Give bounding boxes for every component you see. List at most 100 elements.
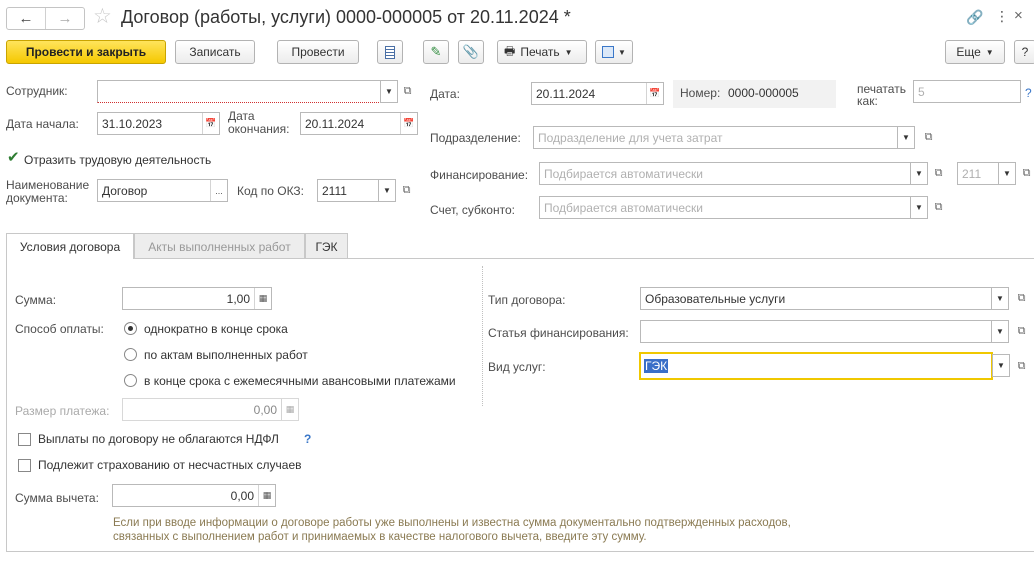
date-field[interactable]: 20.11.2024 📅 [531,82,664,105]
okz-label: Код по ОКЗ: [237,184,305,198]
attach-files-button[interactable]: 📎 [458,40,484,64]
tab-gek[interactable]: ГЭК [305,233,348,259]
checkmark-icon: ✔ [7,149,20,166]
financing-field[interactable]: Подбирается автоматически [539,162,911,185]
financing-label: Финансирование: [430,168,529,182]
service-type-dropdown[interactable]: ▼ [992,354,1010,377]
payment-once-label: однократно в конце срока [144,322,288,336]
sum-field[interactable]: 1,00 ▦ [122,287,272,310]
department-field[interactable]: Подразделение для учета затрат [533,126,898,149]
post-and-close-button[interactable]: Провести и закрыть [6,40,166,64]
print-as-label: печатать как: [857,82,906,108]
print-button[interactable]: 🖶 Печать ▼ [497,40,587,64]
save-button[interactable]: Записать [175,40,255,64]
reflect-activity-checkbox[interactable]: ✔ [7,149,20,166]
account-field[interactable]: Подбирается автоматически [539,196,911,219]
help-button[interactable]: ? [1014,40,1034,64]
contract-type-dropdown[interactable]: ▼ [991,287,1009,310]
print-as-field[interactable]: 5 [913,80,1021,103]
tab-completed-work-acts[interactable]: Акты выполненных работ [134,233,305,259]
end-date-label: Дата окончания: [228,109,290,136]
close-icon[interactable]: × [1014,7,1023,24]
calendar-icon[interactable]: 📅 [646,83,663,104]
service-type-selected-text: ГЭК [644,359,669,373]
create-based-icon [602,46,615,58]
payment-monthly-radio[interactable] [124,374,137,387]
department-open-icon[interactable]: ⧉ [920,127,937,148]
print-as-help[interactable]: ? [1025,86,1032,100]
forward-arrow-icon[interactable]: → [46,8,84,29]
deduction-hint: Если при вводе информации о договоре раб… [113,517,791,543]
insurance-checkbox[interactable] [18,459,31,472]
payment-acts-radio[interactable] [124,348,137,361]
okz-dropdown[interactable]: ▼ [378,179,396,202]
pencil-check-icon: ✎ [430,44,442,59]
deduction-field[interactable]: 0,00 ▦ [112,484,276,507]
reflect-activity-label: Отразить трудовую деятельность [24,153,212,167]
department-dropdown[interactable]: ▼ [897,126,915,149]
account-dropdown[interactable]: ▼ [910,196,928,219]
number-label: Номер: [680,86,721,100]
more-menu-icon[interactable]: ⋮ [995,8,1009,25]
okz-open-icon[interactable]: ⧉ [398,180,415,201]
calculator-icon: ▦ [281,399,298,420]
document-list-icon [385,45,395,59]
link-icon[interactable]: 🔗 [966,9,983,26]
deduction-label: Сумма вычета: [15,491,99,505]
financing-open-icon[interactable]: ⧉ [930,163,947,184]
contract-type-label: Тип договора: [488,293,566,307]
service-type-label: Вид услуг: [488,360,546,374]
contract-type-open-icon[interactable]: ⧉ [1013,288,1030,309]
chevron-down-icon: ▼ [618,47,626,57]
payment-acts-label: по актам выполненных работ [144,348,308,362]
ndfl-exempt-checkbox[interactable] [18,433,31,446]
financing-code-dropdown[interactable]: ▼ [998,162,1016,185]
financing-code-open-icon[interactable]: ⧉ [1018,163,1034,184]
insurance-label: Подлежит страхованию от несчастных случа… [38,458,302,472]
ndfl-help-icon[interactable]: ? [304,432,311,446]
sum-label: Сумма: [15,293,57,307]
date-label: Дата: [430,87,460,101]
employee-open-icon[interactable]: ⧉ [399,81,416,102]
calculator-icon[interactable]: ▦ [258,485,275,506]
number-value: 0000-000005 [728,86,799,100]
financing-article-open-icon[interactable]: ⧉ [1013,321,1030,342]
post-button[interactable]: Провести [277,40,359,64]
employee-field[interactable] [97,80,381,103]
select-ellipsis-icon[interactable]: ... [210,180,227,201]
ndfl-exempt-label: Выплаты по договору не облагаются НДФЛ [38,432,279,446]
end-date-field[interactable]: 20.11.2024 📅 [300,112,418,135]
calculator-icon[interactable]: ▦ [254,288,271,309]
window-title: Договор (работы, услуги) 0000-000005 от … [121,7,571,27]
okz-field[interactable]: 2111 [317,179,379,202]
service-type-open-icon[interactable]: ⧉ [1013,356,1030,377]
financing-dropdown[interactable]: ▼ [910,162,928,185]
more-button[interactable]: Еще ▼ [945,40,1005,64]
account-label: Счет, субконто: [430,203,515,217]
contract-type-field[interactable]: Образовательные услуги [640,287,992,310]
document-name-label: Наименование документа: [6,178,90,205]
start-date-field[interactable]: 31.10.2023 📅 [97,112,220,135]
service-type-field[interactable]: ГЭК [639,352,993,380]
employee-dropdown[interactable]: ▼ [380,80,398,103]
payment-monthly-label: в конце срока с ежемесячными авансовыми … [144,374,456,388]
create-based-on-button[interactable]: ▼ [595,40,633,64]
payment-size-field: 0,00 ▦ [122,398,299,421]
document-name-field[interactable]: Договор ... [97,179,228,202]
calendar-icon[interactable]: 📅 [202,113,219,134]
financing-article-dropdown[interactable]: ▼ [991,320,1009,343]
tab-contract-conditions[interactable]: Условия договора [6,233,134,259]
edit-signature-button[interactable]: ✎ [423,40,449,64]
financing-article-field[interactable] [640,320,992,343]
payment-size-label: Размер платежа: [15,404,110,418]
financing-code-field[interactable]: 211 [957,162,999,185]
document-journal-button[interactable] [377,40,403,64]
calendar-icon[interactable]: 📅 [400,113,417,134]
column-divider [482,266,483,406]
payment-once-radio[interactable] [124,322,137,335]
favorite-star-icon[interactable]: ☆ [93,6,112,27]
account-open-icon[interactable]: ⧉ [930,197,947,218]
back-arrow-icon[interactable]: ← [7,8,46,29]
employee-label: Сотрудник: [6,84,68,98]
start-date-label: Дата начала: [6,117,79,131]
